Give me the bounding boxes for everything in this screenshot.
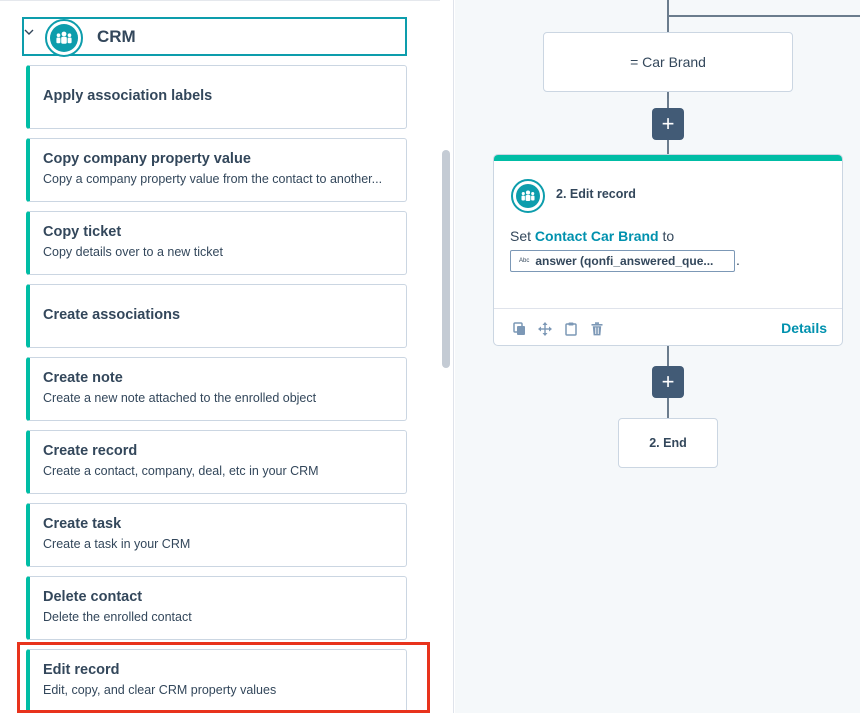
- action-title: Apply association labels: [43, 88, 213, 104]
- summary-prefix: Set: [510, 228, 535, 244]
- action-title: Create task: [43, 516, 122, 532]
- copy-icon[interactable]: [511, 321, 527, 337]
- action-copy-company-property-value[interactable]: Copy company property value Copy a compa…: [26, 138, 407, 202]
- action-title: Create note: [43, 370, 123, 386]
- plus-icon: +: [661, 369, 675, 394]
- crm-category-header[interactable]: CRM: [22, 17, 407, 57]
- edit-record-action-card[interactable]: 2. Edit record Set Contact Car Brand to …: [493, 154, 843, 346]
- branch-card[interactable]: = Car Brand: [543, 32, 793, 92]
- action-copy-ticket[interactable]: Copy ticket Copy details over to a new t…: [26, 211, 407, 275]
- people-icon: [521, 190, 535, 201]
- property-link[interactable]: Contact Car Brand: [535, 228, 659, 244]
- action-description: Create a contact, company, deal, etc in …: [43, 464, 319, 478]
- action-title: Copy company property value: [43, 151, 251, 167]
- connector-line: [668, 15, 860, 17]
- action-card-summary: Set Contact Car Brand to: [510, 228, 674, 244]
- action-title: Create record: [43, 443, 138, 459]
- text-type-icon: Abc: [519, 258, 530, 264]
- action-create-record[interactable]: Create record Create a contact, company,…: [26, 430, 407, 494]
- summary-suffix: to: [658, 228, 675, 244]
- property-token[interactable]: Abc answer (qonfi_answered_que...: [510, 250, 735, 272]
- end-card: 2. End: [618, 418, 718, 468]
- card-accent-bar: [494, 155, 842, 161]
- action-description: Delete the enrolled contact: [43, 610, 192, 624]
- details-link[interactable]: Details: [781, 320, 827, 336]
- action-title: Create associations: [43, 307, 181, 323]
- add-action-button[interactable]: +: [652, 108, 684, 140]
- plus-icon: +: [661, 111, 675, 136]
- sidebar-divider: [0, 0, 440, 4]
- action-title: Edit record: [43, 662, 120, 678]
- action-description: Create a new note attached to the enroll…: [43, 391, 317, 405]
- action-create-associations[interactable]: Create associations: [26, 284, 407, 348]
- clipboard-icon[interactable]: [563, 321, 579, 337]
- action-description: Edit, copy, and clear CRM property value…: [43, 683, 277, 697]
- action-create-note[interactable]: Create note Create a new note attached t…: [26, 357, 407, 421]
- sidebar-scrollbar[interactable]: [442, 150, 450, 368]
- action-apply-association-labels[interactable]: Apply association labels: [26, 65, 407, 129]
- workflow-canvas: = Car Brand + 2. Edit record Set Contact…: [455, 0, 860, 713]
- crm-category-icon: [45, 19, 83, 57]
- action-title: Copy ticket: [43, 224, 122, 240]
- action-create-task[interactable]: Create task Create a task in your CRM: [26, 503, 407, 567]
- summary-period: .: [736, 252, 740, 268]
- crm-action-icon: [511, 179, 545, 213]
- token-value: answer (qonfi_answered_que...: [535, 254, 714, 268]
- branch-label: = Car Brand: [630, 54, 706, 70]
- crm-category-title: CRM: [97, 27, 136, 46]
- action-edit-record[interactable]: Edit record Edit, copy, and clear CRM pr…: [26, 649, 407, 713]
- end-label: 2. End: [649, 436, 687, 450]
- add-action-button[interactable]: +: [652, 366, 684, 398]
- chevron-down-icon[interactable]: [22, 25, 36, 39]
- action-description: Create a task in your CRM: [43, 537, 191, 551]
- actions-sidebar: CRM Apply association labels Copy compan…: [0, 0, 454, 713]
- action-description: Copy a company property value from the c…: [43, 172, 383, 186]
- action-title: Delete contact: [43, 589, 143, 605]
- action-delete-contact[interactable]: Delete contact Delete the enrolled conta…: [26, 576, 407, 640]
- action-card-footer: Details: [494, 308, 842, 345]
- action-card-title: 2. Edit record: [556, 187, 636, 201]
- move-icon[interactable]: [537, 321, 553, 337]
- people-icon: [56, 31, 72, 44]
- trash-icon[interactable]: [589, 321, 605, 337]
- action-description: Copy details over to a new ticket: [43, 245, 223, 259]
